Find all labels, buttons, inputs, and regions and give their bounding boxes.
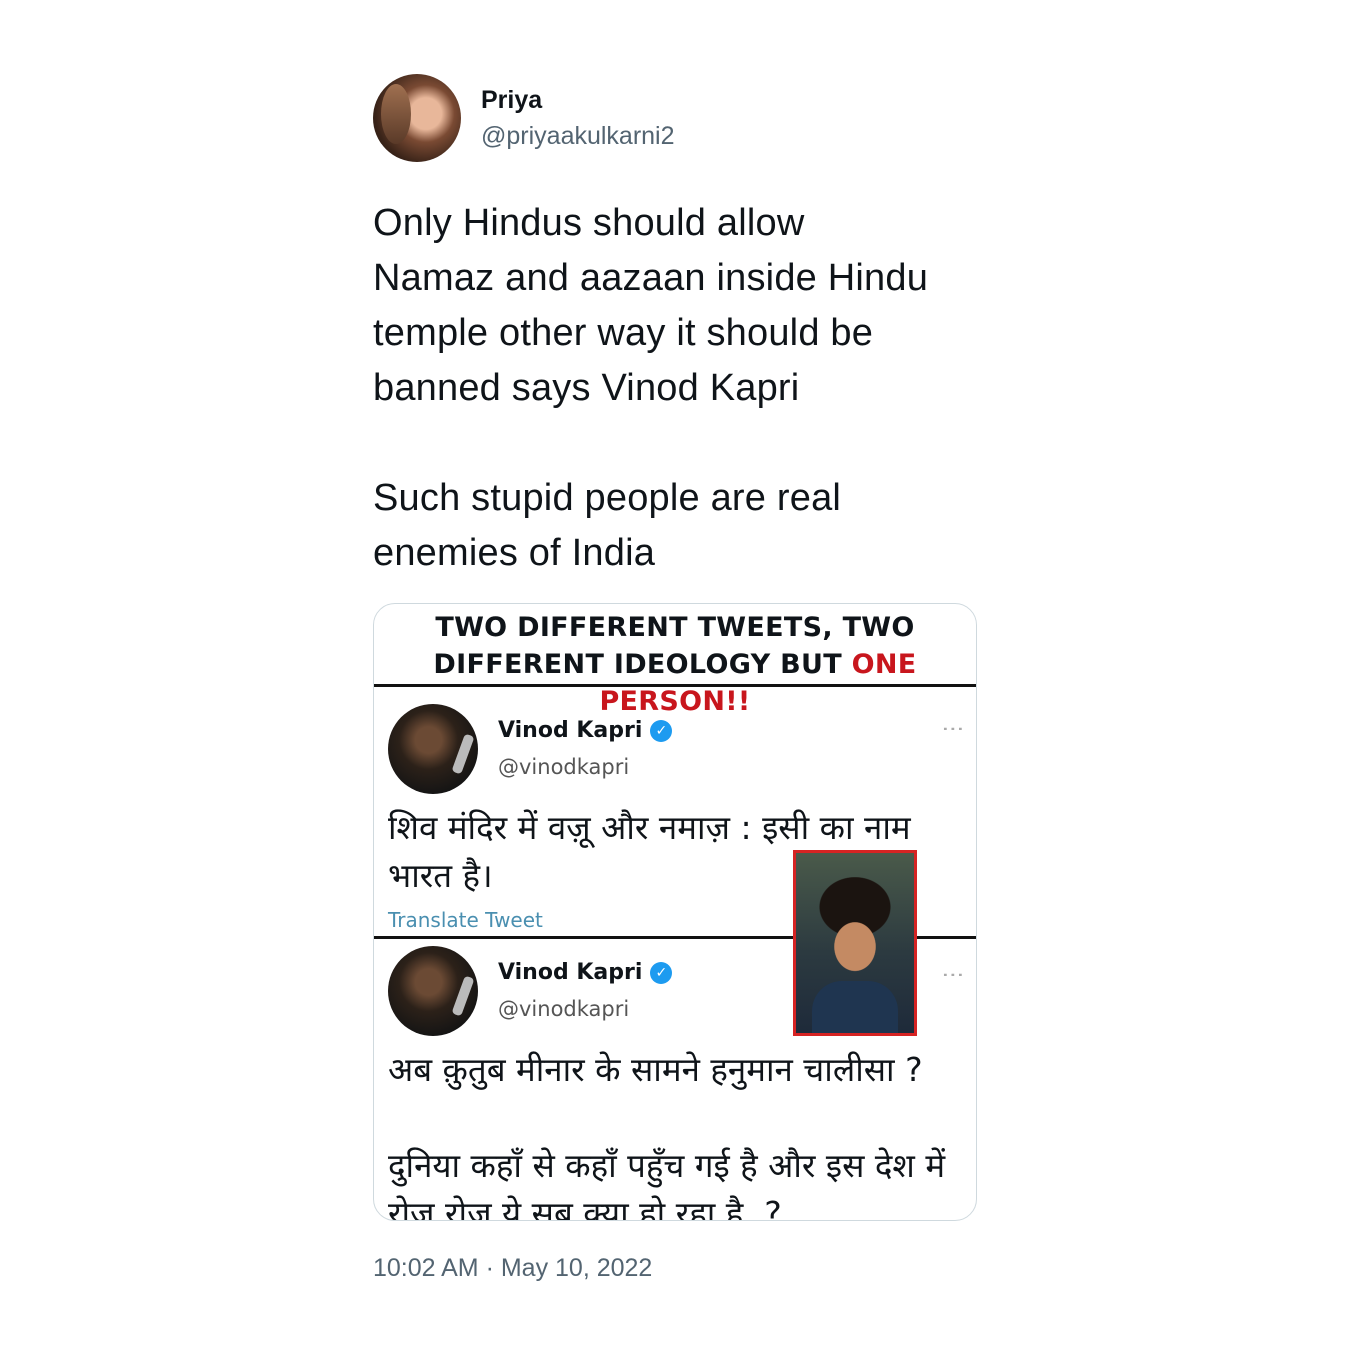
embed-name: Vinod Kapri ✓	[498, 716, 673, 746]
author-display-name[interactable]: Priya	[481, 83, 675, 117]
embed-handle: @vinodkapri	[498, 755, 630, 779]
embed-name: Vinod Kapri ✓	[498, 958, 673, 988]
media-headline: TWO DIFFERENT TWEETS, TWO DIFFERENT IDEO…	[374, 604, 976, 717]
tweet-media-image[interactable]: TWO DIFFERENT TWEETS, TWO DIFFERENT IDEO…	[373, 603, 977, 1221]
tweet-timestamp[interactable]: 10:02 AM · May 10, 2022	[373, 1251, 977, 1285]
embed-name-text: Vinod Kapri	[498, 718, 643, 743]
verified-badge-icon: ✓	[650, 962, 673, 984]
tweet-text: Only Hindus should allow Namaz and aazaa…	[373, 202, 929, 574]
verified-badge-icon: ✓	[650, 720, 673, 742]
more-options-icon: ⋮	[941, 718, 966, 740]
embed-names: Vinod Kapri ✓ @vinodkapri	[498, 958, 673, 1024]
embed-avatar	[388, 704, 478, 794]
embed-text: अब क़ुतुब मीनार के सामने हनुमान चालीसा ?…	[388, 1050, 946, 1221]
tweet: Priya @priyaakulkarni2 Only Hindus shoul…	[373, 74, 977, 1285]
author-handle[interactable]: @priyaakulkarni2	[481, 119, 675, 153]
headline-divider	[374, 684, 976, 687]
author-names: Priya @priyaakulkarni2	[481, 83, 675, 153]
embed-names: Vinod Kapri ✓ @vinodkapri	[498, 716, 673, 782]
embed-name-text: Vinod Kapri	[498, 960, 643, 985]
embed-avatar	[388, 946, 478, 1036]
person-photo	[793, 850, 917, 1036]
embed-header: Vinod Kapri ✓ @vinodkapri	[388, 704, 962, 794]
embed-handle: @vinodkapri	[498, 997, 630, 1021]
headline-line1: TWO DIFFERENT TWEETS, TWO	[435, 612, 915, 643]
headline-line2: DIFFERENT IDEOLOGY BUT	[433, 649, 852, 680]
tweet-header: Priya @priyaakulkarni2	[373, 74, 977, 162]
author-avatar[interactable]	[373, 74, 461, 162]
more-options-icon: ⋮	[941, 964, 966, 986]
